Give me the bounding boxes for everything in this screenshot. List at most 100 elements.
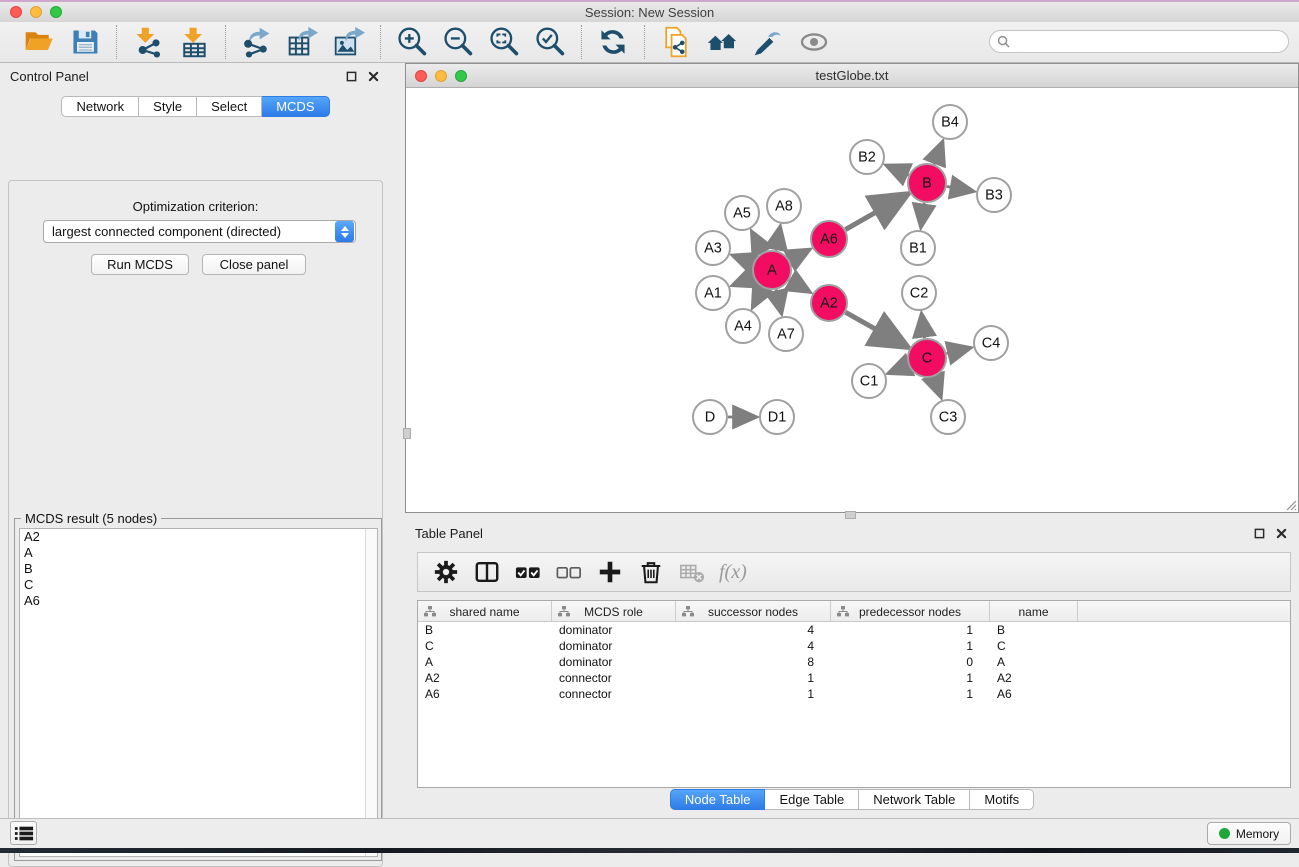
node-A2[interactable]: A2 [811,285,847,321]
delete-table-icon[interactable] [676,556,708,588]
node-A4[interactable]: A4 [726,309,760,343]
search-input[interactable] [1010,32,1288,51]
table-row[interactable]: A2connector11A2 [418,670,1290,686]
edge-C-C3[interactable] [934,377,941,397]
tab-node-table[interactable]: Node Table [670,789,766,810]
refresh-icon[interactable] [594,25,632,59]
save-session-icon[interactable] [66,25,104,59]
criterion-dropdown[interactable]: largest connected component (directed) [43,220,356,243]
function-builder-icon[interactable]: f(x) [717,561,747,584]
select-all-icon[interactable] [512,556,544,588]
edge-A6-B[interactable] [845,194,907,229]
table-row[interactable]: A6connector11A6 [418,686,1290,702]
edge-C-C4[interactable] [946,348,970,354]
network-window-titlebar[interactable]: testGlobe.txt [406,64,1298,88]
show-hide-icon[interactable] [795,25,833,59]
tab-network[interactable]: Network [61,96,139,117]
table-cell[interactable]: C [418,639,552,653]
node-C2[interactable]: C2 [902,276,936,310]
mcds-result-item[interactable]: B [20,561,377,577]
node-A6[interactable]: A6 [811,221,847,257]
network-graph[interactable]: AA1A2A3A4A5A6A7A8BB1B2B3B4CC1C2C3C4DD1 [406,89,1298,512]
table-cell[interactable]: A6 [418,687,552,701]
node-A1[interactable]: A1 [696,276,730,310]
export-image-icon[interactable] [330,25,368,59]
edge-A-A3[interactable] [733,255,754,263]
table-cell[interactable]: B [990,623,1078,637]
table-cell[interactable]: 1 [831,687,990,701]
edge-B-B3[interactable] [947,187,974,192]
table-cell[interactable]: A6 [990,687,1078,701]
node-B3[interactable]: B3 [977,178,1011,212]
node-C3[interactable]: C3 [931,400,965,434]
table-row[interactable]: Bdominator41B [418,622,1290,638]
memory-button[interactable]: Memory [1207,822,1291,845]
node-C4[interactable]: C4 [974,326,1008,360]
network-zoom-button[interactable] [455,70,467,82]
graphics-details-icon[interactable] [749,25,787,59]
mcds-list-scrollbar[interactable] [365,529,377,856]
zoom-fit-icon[interactable] [485,25,523,59]
mcds-result-item[interactable]: A6 [20,593,377,609]
table-cell[interactable]: A [990,655,1078,669]
table-cell[interactable]: 1 [831,623,990,637]
tab-network-table[interactable]: Network Table [859,789,970,810]
table-row[interactable]: Cdominator41C [418,638,1290,654]
edge-C-C1[interactable] [889,365,909,373]
node-A3[interactable]: A3 [696,231,730,265]
float-panel-icon[interactable] [343,68,359,84]
edge-C-C2[interactable] [922,314,925,338]
zoom-window-button[interactable] [50,6,62,18]
table-cell[interactable]: 4 [676,639,831,653]
node-D[interactable]: D [693,400,727,434]
node-C[interactable]: C [908,339,946,377]
tab-motifs[interactable]: Motifs [970,789,1034,810]
table-row[interactable]: Adominator80A [418,654,1290,670]
node-D1[interactable]: D1 [760,400,794,434]
table-cell[interactable]: dominator [552,655,676,669]
minimize-window-button[interactable] [30,6,42,18]
mcds-result-item[interactable]: A [20,545,377,561]
table-cell[interactable]: connector [552,687,676,701]
delete-column-icon[interactable] [635,556,667,588]
table-cell[interactable]: A [418,655,552,669]
node-B[interactable]: B [908,164,946,202]
deselect-all-icon[interactable] [553,556,585,588]
network-canvas[interactable]: AA1A2A3A4A5A6A7A8BB1B2B3B4CC1C2C3C4DD1 [406,89,1298,512]
tab-edge-table[interactable]: Edge Table [765,789,859,810]
network-from-selection-icon[interactable] [657,25,695,59]
run-mcds-button[interactable]: Run MCDS [91,254,189,275]
node-C1[interactable]: C1 [852,364,886,398]
edge-B-B1[interactable] [921,203,924,227]
table-cell[interactable]: C [990,639,1078,653]
table-cell[interactable]: 0 [831,655,990,669]
edge-A-A4[interactable] [753,288,763,308]
edge-B-B4[interactable] [934,142,943,165]
table-cell[interactable]: 1 [676,687,831,701]
table-cell[interactable]: 8 [676,655,831,669]
settings-icon[interactable] [430,556,462,588]
mcds-result-item[interactable]: C [20,577,377,593]
node-A5[interactable]: A5 [725,196,759,230]
close-table-panel-icon[interactable] [1273,525,1289,541]
edge-A-A8[interactable] [776,227,780,251]
vertical-splitter[interactable] [391,63,405,818]
mcds-result-item[interactable]: A2 [20,529,377,545]
task-history-button[interactable] [10,821,37,845]
close-window-button[interactable] [10,6,22,18]
edge-A-A6[interactable] [790,250,810,261]
node-A7[interactable]: A7 [769,317,803,351]
zoom-out-icon[interactable] [439,25,477,59]
export-network-icon[interactable] [238,25,276,59]
column-layout-icon[interactable] [471,556,503,588]
horizontal-splitter-grip[interactable] [845,511,856,519]
node-A[interactable]: A [753,251,791,289]
node-B1[interactable]: B1 [901,231,935,265]
node-A8[interactable]: A8 [767,189,801,223]
column-header-predecessor-nodes[interactable]: predecessor nodes [831,601,990,622]
node-B2[interactable]: B2 [850,140,884,174]
column-header-MCDS-role[interactable]: MCDS role [552,601,676,622]
overview-icon[interactable] [703,25,741,59]
column-header-successor-nodes[interactable]: successor nodes [676,601,831,622]
table-cell[interactable]: 1 [676,671,831,685]
